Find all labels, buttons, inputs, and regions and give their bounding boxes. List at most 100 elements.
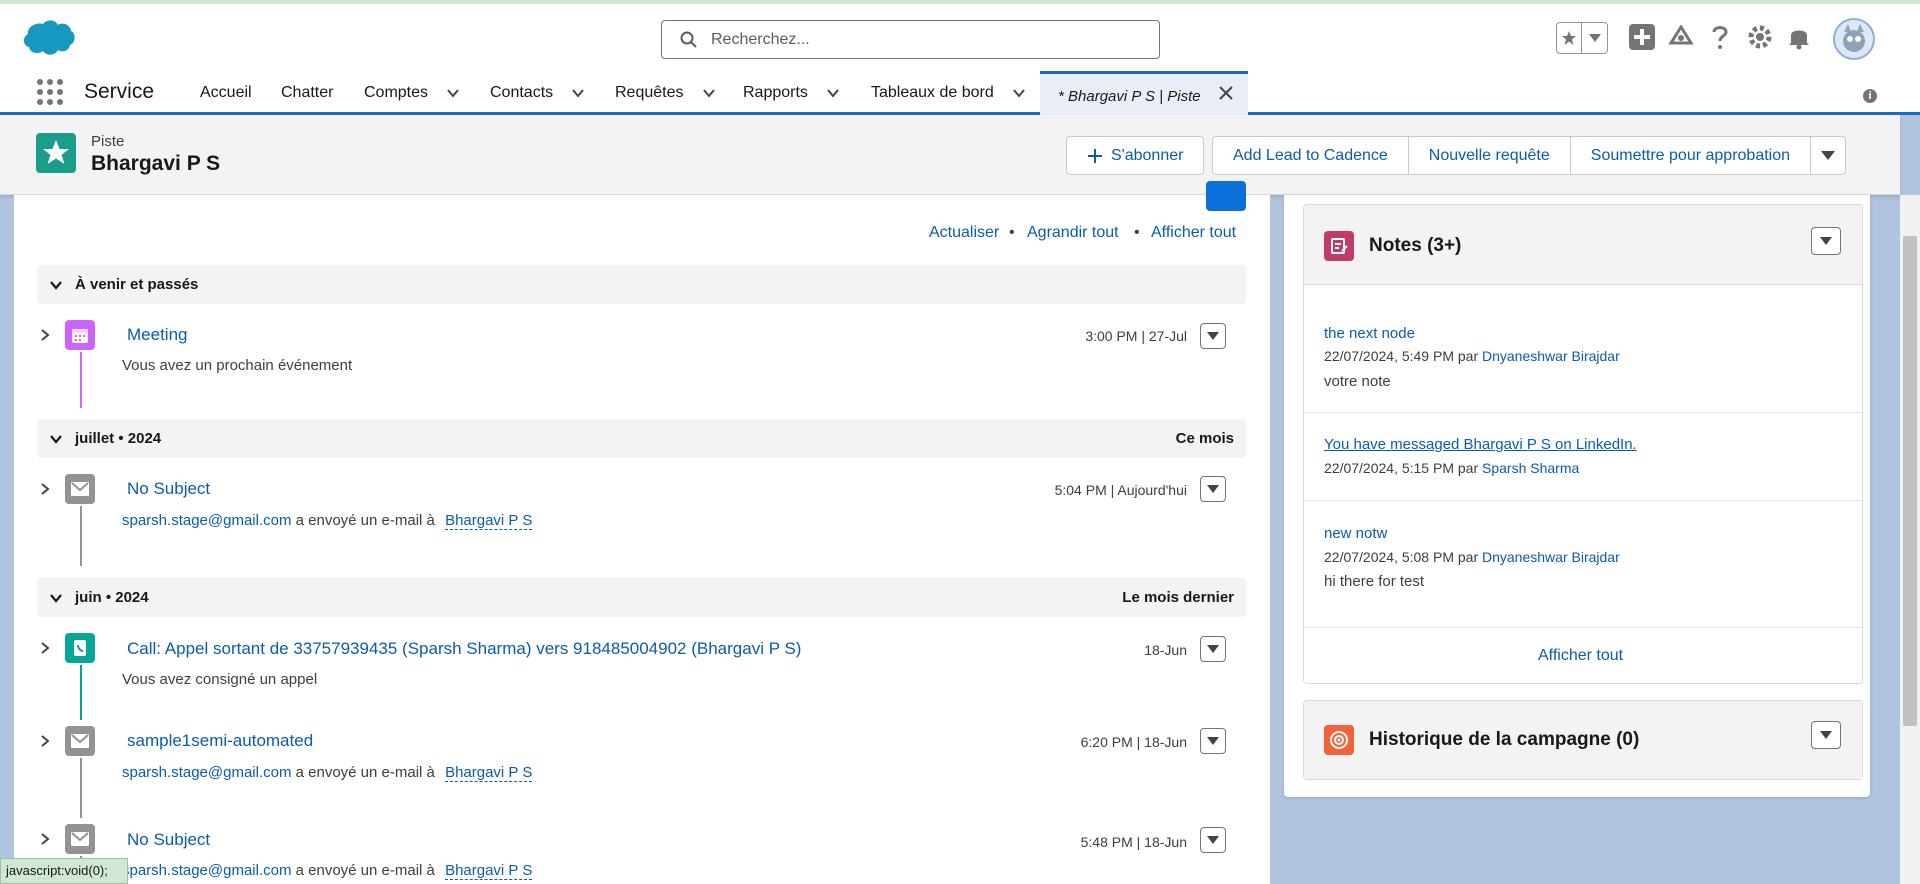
notes-view-all-link[interactable]: Afficher tout [1538, 647, 1623, 665]
user-avatar[interactable] [1833, 18, 1875, 60]
add-lead-to-cadence-button[interactable]: Add Lead to Cadence [1213, 137, 1409, 174]
activity-title-link[interactable]: Call: Appel sortant de 33757939435 (Spar… [127, 639, 801, 659]
record-header: Piste Bhargavi P S S'abonner Add Lead to… [0, 115, 1900, 195]
note-meta: 22/07/2024, 5:49 PM par Dnyaneshwar Bira… [1324, 348, 1620, 364]
note-author-link[interactable]: Sparsh Sharma [1482, 460, 1579, 476]
star-icon[interactable] [1557, 23, 1583, 53]
trailhead-icon[interactable] [1666, 23, 1696, 51]
email-icon [65, 726, 95, 756]
blue-action-button[interactable] [1206, 181, 1246, 211]
nav-item-comptes[interactable]: Comptes [364, 68, 460, 117]
expand-chevron-icon[interactable] [38, 328, 52, 342]
activity-date: 18-Jun [1144, 642, 1187, 658]
expand-chevron-icon[interactable] [38, 734, 52, 748]
activity-menu-button[interactable] [1200, 476, 1226, 502]
info-icon[interactable]: i [1863, 89, 1877, 103]
nav-item-requetes[interactable]: Requêtes [615, 68, 716, 117]
recipient-link[interactable]: Bhargavi P S [445, 764, 533, 782]
favorites-button[interactable] [1556, 22, 1608, 54]
favorites-dropdown-icon[interactable] [1582, 23, 1607, 53]
chevron-down-icon[interactable] [49, 591, 63, 605]
app-launcher-icon[interactable] [36, 78, 64, 106]
salesforce-logo-icon[interactable] [20, 18, 76, 58]
chevron-down-icon[interactable] [571, 86, 585, 100]
timeline-line [80, 352, 82, 408]
timeline-line [80, 758, 82, 818]
nav-item-accueil[interactable]: Accueil [200, 68, 252, 117]
sender-link[interactable]: sparsh.stage@gmail.com [122, 512, 291, 529]
timeline-line [80, 506, 82, 566]
activity-menu-button[interactable] [1200, 636, 1226, 662]
button-label: Add Lead to Cadence [1233, 146, 1388, 164]
new-case-button[interactable]: Nouvelle requête [1409, 137, 1571, 174]
activity-menu-button[interactable] [1200, 728, 1226, 754]
note-title-link[interactable]: the next node [1324, 325, 1415, 342]
activity-title-link[interactable]: Meeting [127, 325, 187, 345]
expand-all-link[interactable]: Agrandir tout [1027, 224, 1119, 242]
note-author-link[interactable]: Dnyaneshwar Birajdar [1482, 549, 1620, 565]
email-icon [65, 474, 95, 504]
section-upcoming-past[interactable]: À venir et passés [37, 265, 1246, 304]
campaign-target-icon [1324, 725, 1354, 755]
recipient-link[interactable]: Bhargavi P S [445, 512, 533, 530]
dropdown-arrow-icon [1821, 151, 1836, 160]
view-all-link[interactable]: Afficher tout [1151, 224, 1236, 242]
activity-date: 6:20 PM | 18-Jun [1080, 734, 1187, 750]
note-author-link[interactable]: Dnyaneshwar Birajdar [1482, 348, 1620, 364]
subscribe-action[interactable]: S'abonner [1067, 137, 1203, 174]
submit-for-approval-button[interactable]: Soumettre pour approbation [1571, 137, 1812, 174]
app-navigation-bar: Service Accueil Chatter Comptes Contacts… [0, 68, 1920, 118]
note-title-link[interactable]: You have messaged Bhargavi P S on Linked… [1324, 436, 1637, 453]
activity-title-link[interactable]: No Subject [127, 479, 210, 499]
expand-chevron-icon[interactable] [38, 832, 52, 846]
subscribe-label: S'abonner [1111, 146, 1184, 164]
chevron-down-icon[interactable] [49, 432, 63, 446]
global-search-input[interactable]: Recherchez... [661, 20, 1160, 59]
app-name: Service [84, 80, 155, 103]
email-activity-line: sparsh.stage@gmail.com a envoyé un e-mai… [122, 512, 533, 530]
nav-item-rapports[interactable]: Rapports [743, 68, 840, 117]
email-verb: a envoyé un e-mail à [295, 764, 435, 781]
scrollbar-thumb[interactable] [1903, 236, 1917, 726]
nav-label: Tableaux de bord [871, 83, 994, 101]
notifications-bell-icon[interactable] [1786, 23, 1812, 51]
chevron-down-icon[interactable] [49, 278, 63, 292]
expand-chevron-icon[interactable] [38, 482, 52, 496]
nav-item-tableaux-de-bord[interactable]: Tableaux de bord [871, 68, 1026, 117]
activity-menu-button[interactable] [1200, 827, 1226, 853]
campaign-history-title[interactable]: Historique de la campagne (0) [1369, 729, 1639, 751]
chevron-down-icon[interactable] [446, 86, 460, 100]
notes-title[interactable]: Notes (3+) [1369, 235, 1461, 257]
section-july-2024[interactable]: juillet • 2024 Ce mois [37, 419, 1246, 458]
close-tab-icon[interactable] [1218, 85, 1234, 101]
campaign-menu-button[interactable] [1811, 721, 1841, 749]
nav-item-chatter[interactable]: Chatter [281, 68, 333, 117]
sender-link[interactable]: sparsh.stage@gmail.com [122, 764, 291, 781]
recipient-link[interactable]: Bhargavi P S [445, 862, 533, 880]
setup-gear-icon[interactable] [1746, 23, 1774, 51]
help-icon[interactable] [1708, 23, 1732, 51]
nav-label: Accueil [200, 83, 252, 101]
nav-label: Comptes [364, 83, 429, 101]
note-body: votre note [1324, 373, 1391, 390]
note-date: 22/07/2024, 5:15 PM par [1324, 460, 1479, 476]
section-june-2024[interactable]: juin • 2024 Le mois dernier [37, 578, 1246, 617]
note-title-link[interactable]: new notw [1324, 525, 1387, 542]
nav-item-contacts[interactable]: Contacts [490, 68, 585, 117]
subscribe-button[interactable]: S'abonner [1066, 136, 1205, 175]
activity-title-link[interactable]: No Subject [127, 830, 210, 850]
global-create-icon[interactable] [1628, 23, 1656, 51]
activity-menu-button[interactable] [1200, 323, 1226, 349]
chevron-down-icon[interactable] [702, 86, 716, 100]
more-actions-button[interactable] [1811, 137, 1845, 174]
chevron-down-icon[interactable] [1012, 86, 1026, 100]
notes-menu-button[interactable] [1811, 227, 1841, 255]
expand-chevron-icon[interactable] [38, 641, 52, 655]
refresh-link[interactable]: Actualiser [929, 224, 999, 242]
activity-title-link[interactable]: sample1semi-automated [127, 731, 313, 751]
timeline-line [80, 665, 82, 720]
tab-active-record[interactable]: * Bhargavi P S | Piste [1040, 71, 1248, 118]
sender-link[interactable]: sparsh.stage@gmail.com [122, 862, 291, 879]
chevron-down-icon[interactable] [826, 86, 840, 100]
nav-label: Requêtes [615, 83, 684, 101]
